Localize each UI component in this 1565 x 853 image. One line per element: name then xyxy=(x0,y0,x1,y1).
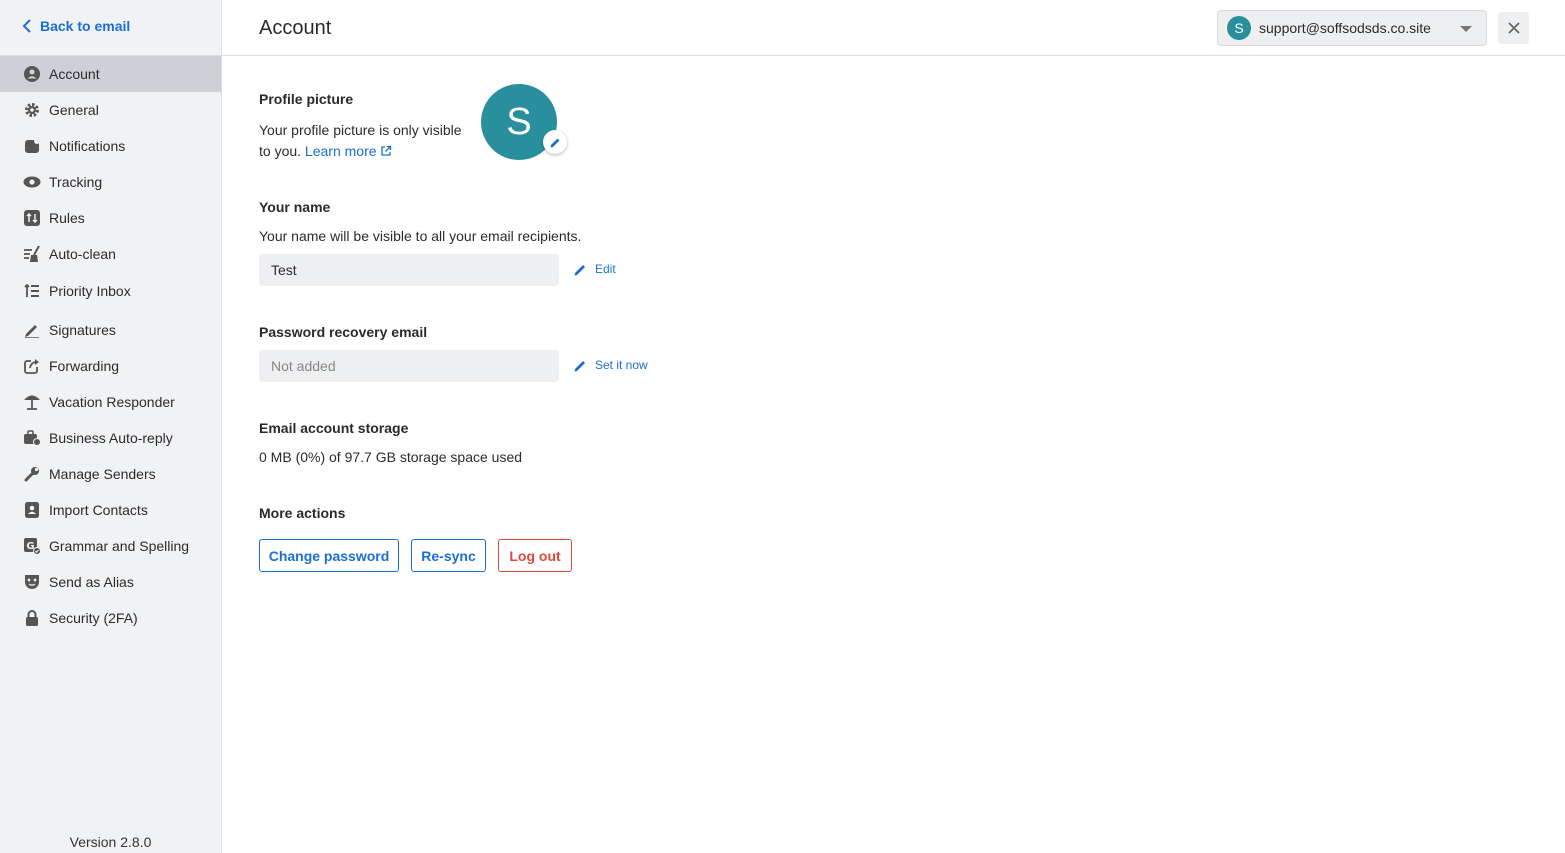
profile-picture-description-line1: Your profile picture is only visible xyxy=(259,122,462,138)
profile-picture-title: Profile picture xyxy=(259,91,354,107)
change-password-button[interactable]: Change password xyxy=(259,539,399,572)
edit-avatar-button[interactable] xyxy=(543,130,567,154)
sidebar-item-label: Grammar and Spelling xyxy=(49,538,190,554)
sidebar-item-general[interactable]: General xyxy=(0,92,221,128)
sidebar-item-manage-senders[interactable]: Manage Senders xyxy=(0,456,221,492)
resync-button[interactable]: Re-sync xyxy=(411,539,486,572)
sidebar-item-label: Import Contacts xyxy=(49,502,148,518)
pencil-icon xyxy=(574,264,585,275)
sidebar-item-label: Business Auto-reply xyxy=(49,430,173,446)
sidebar-item-business-auto-reply[interactable]: Business Auto-reply xyxy=(0,420,221,456)
learn-more-link[interactable]: Learn more xyxy=(305,143,392,159)
gear-icon xyxy=(23,101,41,119)
pencil-icon xyxy=(574,360,585,371)
user-circle-icon xyxy=(23,65,41,83)
chevron-down-icon xyxy=(1460,26,1472,32)
sidebar-item-label: Tracking xyxy=(49,174,103,190)
sidebar-item-auto-clean[interactable]: Auto-clean xyxy=(0,236,221,272)
sidebar-item-signatures[interactable]: Signatures xyxy=(0,312,221,348)
close-settings-button[interactable] xyxy=(1498,12,1529,44)
external-link-icon xyxy=(381,145,392,156)
page-title: Account xyxy=(259,17,332,39)
sidebar-item-send-as-alias[interactable]: Send as Alias xyxy=(0,564,221,600)
sidebar-item-import-contacts[interactable]: Import Contacts xyxy=(0,492,221,528)
sidebar-item-label: Manage Senders xyxy=(49,466,156,482)
back-to-email-label: Back to email xyxy=(40,18,131,34)
close-icon xyxy=(1507,22,1520,34)
sidebar-item-tracking[interactable]: Tracking xyxy=(0,164,221,200)
share-icon xyxy=(23,357,41,375)
chevron-left-icon xyxy=(22,19,31,33)
learn-more-label: Learn more xyxy=(304,143,377,159)
sidebar-item-label: Forwarding xyxy=(49,358,120,374)
sidebar-item-vacation-responder[interactable]: Vacation Responder xyxy=(0,384,221,420)
sidebar-item-label: Rules xyxy=(49,210,85,226)
edit-name-label: Edit xyxy=(595,262,616,276)
account-switcher-dropdown[interactable]: S support@soffsodsds.co.site xyxy=(1217,10,1487,46)
account-email: support@soffsodsds.co.site xyxy=(1259,20,1431,36)
pen-icon xyxy=(23,321,41,339)
grammar-check-icon: G xyxy=(23,537,41,555)
lock-icon xyxy=(23,609,41,627)
contact-book-icon xyxy=(23,501,41,519)
sidebar-item-priority-inbox[interactable]: Priority Inbox xyxy=(0,273,221,309)
bell-icon xyxy=(23,137,41,155)
your-name-title: Your name xyxy=(259,199,331,215)
rules-icon xyxy=(23,209,41,227)
sidebar-item-label: Security (2FA) xyxy=(49,610,138,626)
recovery-email-title: Password recovery email xyxy=(259,324,428,340)
sidebar-item-label: Vacation Responder xyxy=(49,394,175,410)
sidebar-item-label: Notifications xyxy=(49,138,126,154)
storage-title: Email account storage xyxy=(259,420,409,436)
set-recovery-email-label: Set it now xyxy=(595,358,648,372)
set-recovery-email-button[interactable]: Set it now xyxy=(574,358,648,372)
sidebar-item-grammar-and-spelling[interactable]: G Grammar and Spelling xyxy=(0,528,221,564)
name-field: Test xyxy=(259,254,559,286)
account-avatar: S xyxy=(1227,16,1251,40)
sidebar-item-forwarding[interactable]: Forwarding xyxy=(0,348,221,384)
eye-icon xyxy=(23,173,41,191)
more-actions-title: More actions xyxy=(259,505,346,521)
sidebar-item-security-2fa[interactable]: Security (2FA) xyxy=(0,600,221,636)
briefcase-icon xyxy=(23,429,41,447)
broom-icon xyxy=(23,245,41,263)
your-name-description: Your name will be visible to all your em… xyxy=(259,228,582,244)
settings-sidebar: Back to email Account General Notificati… xyxy=(0,0,222,853)
app-version: Version 2.8.0 xyxy=(69,834,152,850)
pencil-icon xyxy=(550,138,559,147)
profile-picture-description-text: to you. xyxy=(259,143,302,159)
sidebar-item-account[interactable]: Account xyxy=(0,56,221,92)
sidebar-item-label: Account xyxy=(49,66,100,82)
edit-name-button[interactable]: Edit xyxy=(574,262,616,276)
profile-picture-description-line2: to you. Learn more xyxy=(259,141,392,162)
storage-usage-text: 0 MB (0%) of 97.7 GB storage space used xyxy=(259,449,523,465)
sidebar-item-notifications[interactable]: Notifications xyxy=(0,128,221,164)
umbrella-beach-icon xyxy=(23,393,41,411)
sidebar-item-label: Send as Alias xyxy=(49,574,134,590)
back-to-email-link[interactable]: Back to email xyxy=(22,18,130,34)
sidebar-item-label: Auto-clean xyxy=(49,246,116,262)
sidebar-item-label: Signatures xyxy=(49,322,116,338)
settings-header: Account S support@soffsodsds.co.site xyxy=(222,0,1565,56)
priority-list-icon xyxy=(23,282,41,300)
sidebar-item-rules[interactable]: Rules xyxy=(0,200,221,236)
sidebar-item-label: Priority Inbox xyxy=(49,283,131,299)
logout-button[interactable]: Log out xyxy=(498,539,572,572)
wrench-icon xyxy=(23,465,41,483)
mask-icon xyxy=(23,573,41,591)
sidebar-item-label: General xyxy=(49,102,99,118)
recovery-email-field: Not added xyxy=(259,350,559,382)
